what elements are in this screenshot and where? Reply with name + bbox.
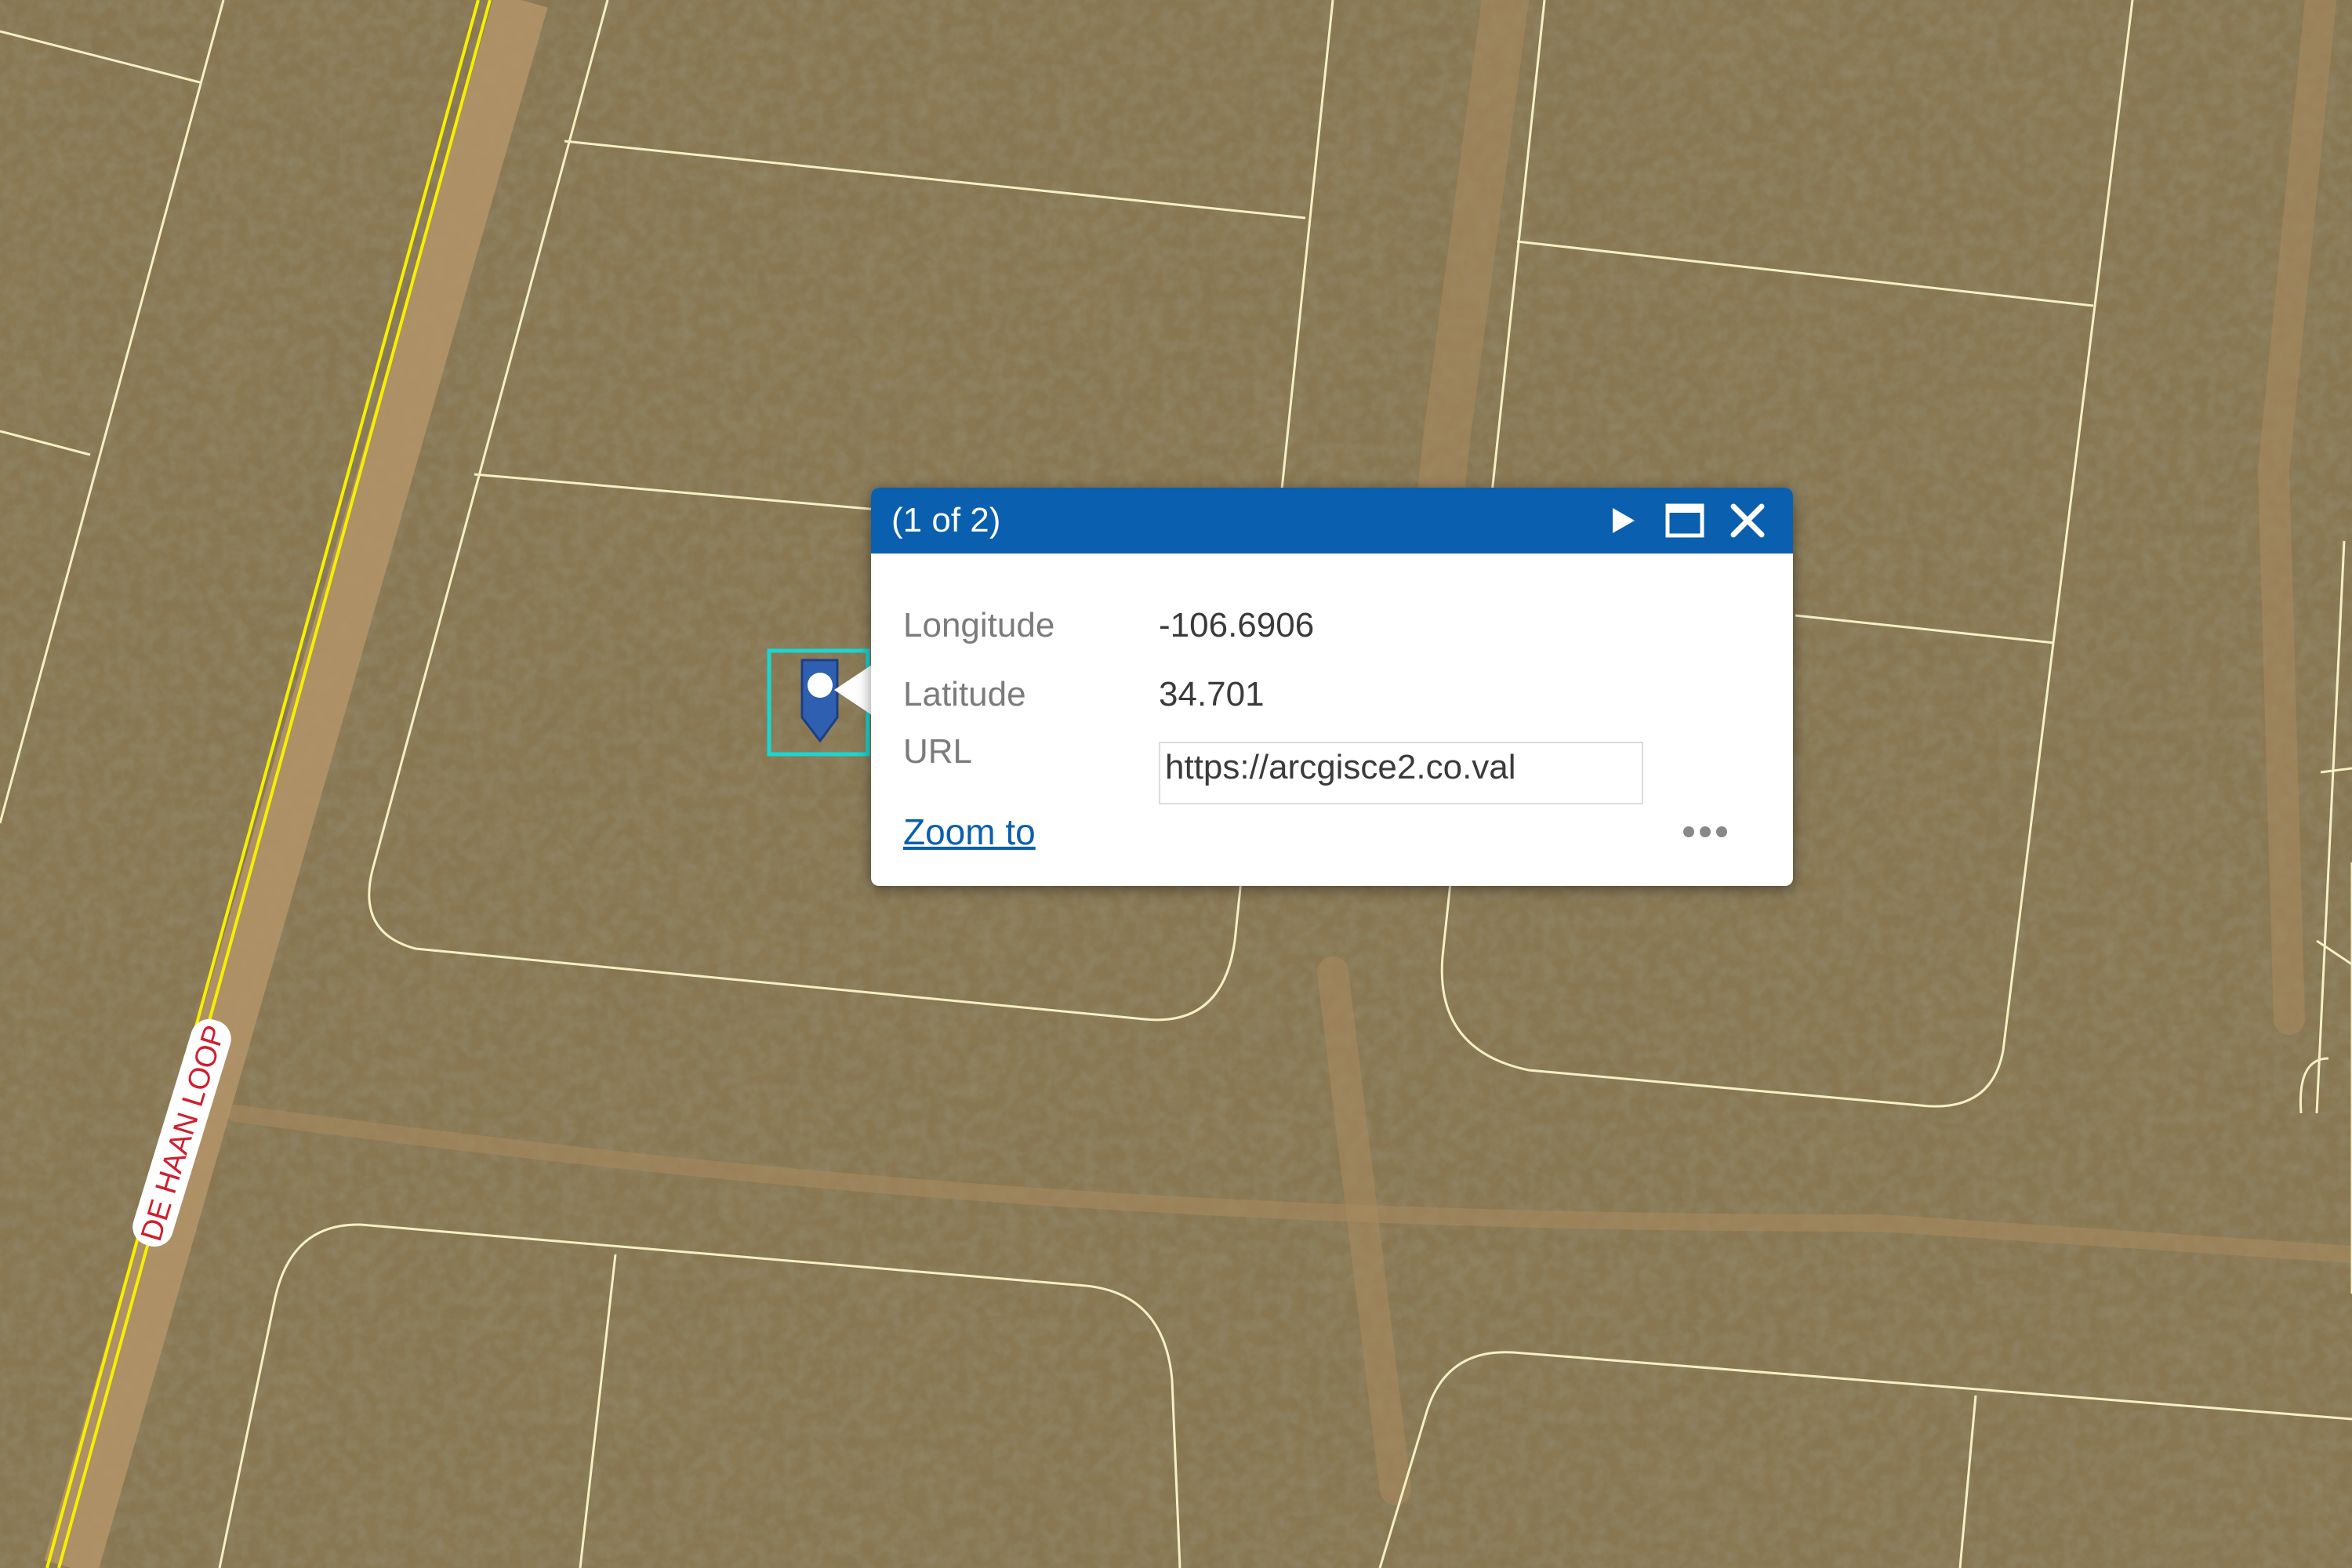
more-actions-button[interactable] [1679,822,1732,842]
url-label: URL [903,732,973,771]
field-row-latitude: Latitude 34.701 [903,660,1762,729]
close-button[interactable] [1722,495,1773,546]
field-row-url: URL https://arcgisce2.co.val [903,729,1762,804]
popup-title: (1 of 2) [891,501,1001,539]
longitude-label: Longitude [903,606,1055,644]
popup-body: Longitude -106.6906 Latitude 34.701 URL … [871,554,1793,804]
feature-popup: (1 of 2) Longitude -106.6906 Latitude 34… [871,488,1793,886]
longitude-value: -106.6906 [1159,606,1315,644]
url-field[interactable]: https://arcgisce2.co.val [1159,742,1643,804]
zoom-to-link[interactable]: Zoom to [903,811,1036,853]
ellipsis-icon [1683,826,1694,837]
popup-actions: Zoom to [903,811,1762,853]
popup-header: (1 of 2) [871,488,1793,554]
maximize-button[interactable] [1660,495,1710,546]
ellipsis-dot [1716,826,1727,837]
latitude-label: Latitude [903,675,1026,713]
close-icon [1730,503,1765,538]
play-icon [1613,508,1635,533]
next-feature-button[interactable] [1597,495,1647,546]
maximize-icon [1665,503,1704,538]
ellipsis-dot [1700,826,1711,837]
latitude-value: 34.701 [1159,675,1265,713]
popup-pointer [834,665,872,715]
field-row-longitude: Longitude -106.6906 [903,591,1762,660]
